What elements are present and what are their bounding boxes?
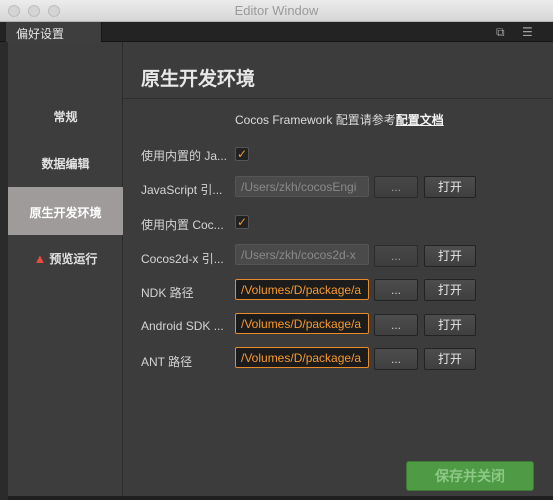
settings-main-panel: 原生开发环境 Cocos Framework 配置请参考配置文档 使用内置的 J… bbox=[123, 42, 553, 496]
cocos2dx-path-input[interactable]: /Users/zkh/cocos2d-x bbox=[235, 244, 369, 265]
ndk-path-input[interactable]: /Volumes/D/package/a bbox=[235, 279, 369, 300]
config-docs-link[interactable]: 配置文档 bbox=[396, 113, 444, 127]
intro-label: Cocos Framework 配置请参考 bbox=[235, 113, 396, 127]
save-and-close-button[interactable]: 保存并关闭 bbox=[406, 461, 534, 491]
android-sdk-browse-button[interactable]: ... bbox=[374, 314, 418, 336]
sidebar-item-data-editing[interactable]: 数据编辑 bbox=[8, 155, 123, 172]
cocos2dx-engine-label: Cocos2d-x 引... bbox=[141, 252, 224, 266]
builtin-js-label: 使用内置的 Ja... bbox=[141, 149, 228, 163]
page-title: 原生开发环境 bbox=[141, 69, 256, 90]
js-engine-path-input[interactable]: /Users/zkh/cocosEngi bbox=[235, 176, 369, 197]
android-sdk-label: Android SDK ... bbox=[141, 319, 224, 333]
android-sdk-open-button[interactable]: 打开 bbox=[424, 314, 476, 336]
sidebar-item-native-env[interactable]: 原生开发环境 bbox=[8, 187, 123, 235]
panel-tab-strip: 偏好设置 ⧉ ☰ bbox=[0, 22, 553, 42]
sidebar-item-preview-run[interactable]: ▲ 预览运行 bbox=[8, 250, 123, 267]
builtin-cocos-checkbox[interactable]: ✓ bbox=[235, 215, 249, 229]
sidebar-item-label: 预览运行 bbox=[49, 252, 98, 266]
ant-open-button[interactable]: 打开 bbox=[424, 348, 476, 370]
cocos2dx-open-button[interactable]: 打开 bbox=[424, 245, 476, 267]
popout-icon[interactable]: ⧉ bbox=[496, 25, 505, 40]
js-engine-browse-button[interactable]: ... bbox=[374, 176, 418, 198]
ant-path-input[interactable]: /Volumes/D/package/a bbox=[235, 347, 369, 368]
ant-path-label: ANT 路径 bbox=[141, 355, 193, 369]
title-divider bbox=[123, 98, 553, 99]
android-sdk-path-input[interactable]: /Volumes/D/package/a bbox=[235, 313, 369, 334]
menu-icon[interactable]: ☰ bbox=[522, 25, 533, 39]
builtin-js-checkbox[interactable]: ✓ bbox=[235, 147, 249, 161]
ndk-browse-button[interactable]: ... bbox=[374, 279, 418, 301]
sidebar-item-general[interactable]: 常规 bbox=[8, 108, 123, 125]
cocos2dx-browse-button[interactable]: ... bbox=[374, 245, 418, 267]
intro-text: Cocos Framework 配置请参考配置文档 bbox=[235, 111, 444, 128]
window-title: Editor Window bbox=[234, 3, 319, 18]
js-engine-label: JavaScript 引... bbox=[141, 183, 223, 197]
tab-preferences[interactable]: 偏好设置 bbox=[6, 22, 102, 42]
ndk-open-button[interactable]: 打开 bbox=[424, 279, 476, 301]
preferences-sidebar: 常规 数据编辑 原生开发环境 ▲ 预览运行 bbox=[8, 42, 123, 496]
ant-browse-button[interactable]: ... bbox=[374, 348, 418, 370]
ndk-path-label: NDK 路径 bbox=[141, 286, 194, 300]
window-titlebar: Editor Window bbox=[0, 0, 553, 22]
left-edge-strip bbox=[0, 42, 8, 500]
builtin-cocos-label: 使用内置 Coc... bbox=[141, 218, 224, 232]
warning-icon: ▲ bbox=[33, 251, 47, 266]
js-engine-open-button[interactable]: 打开 bbox=[424, 176, 476, 198]
